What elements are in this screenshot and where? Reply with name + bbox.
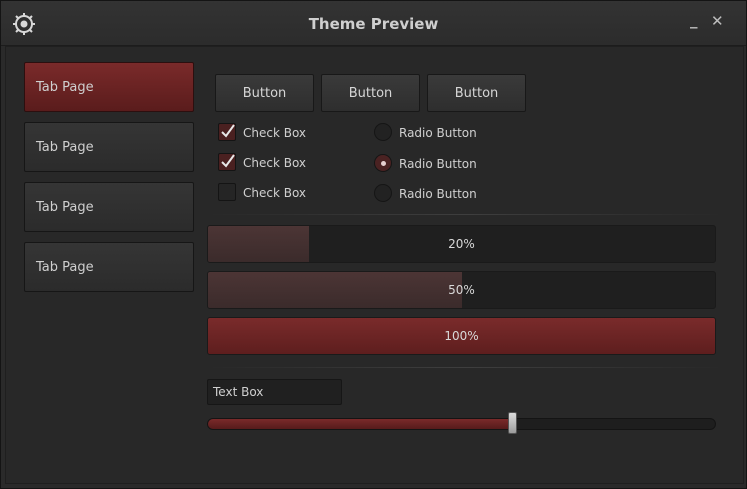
slider-thumb[interactable] bbox=[507, 412, 517, 434]
button-2[interactable]: Button bbox=[321, 74, 420, 112]
checkbox-label: Check Box bbox=[243, 186, 307, 200]
radio-label: Radio Button bbox=[399, 126, 477, 140]
tab-page-3[interactable]: Tab Page bbox=[24, 182, 194, 232]
close-button[interactable]: ✕ bbox=[711, 12, 724, 30]
separator bbox=[206, 367, 726, 368]
text-box-input[interactable]: Text Box bbox=[207, 379, 342, 405]
slider-fill bbox=[208, 419, 513, 429]
progress-bar-2: 50% bbox=[207, 271, 716, 309]
theme-preview-window: Theme Preview _ ✕ Tab Page Tab Page Tab … bbox=[0, 0, 747, 489]
progress-label: 100% bbox=[444, 329, 479, 343]
tab-page-2[interactable]: Tab Page bbox=[24, 122, 194, 172]
window-title: Theme Preview bbox=[308, 15, 439, 33]
tab-label: Tab Page bbox=[36, 140, 94, 155]
separator bbox=[206, 214, 726, 215]
radio-label: Radio Button bbox=[399, 187, 477, 201]
button-1[interactable]: Button bbox=[215, 74, 314, 112]
checkbox-3[interactable] bbox=[218, 183, 236, 201]
radio-dot-icon bbox=[381, 161, 386, 166]
minimize-button[interactable]: _ bbox=[690, 11, 698, 29]
checkmark-icon bbox=[221, 124, 235, 138]
checkbox-1[interactable] bbox=[218, 123, 236, 141]
tab-label: Tab Page bbox=[36, 80, 94, 95]
title-bar: Theme Preview _ ✕ bbox=[1, 1, 746, 46]
slider-track[interactable] bbox=[207, 418, 716, 430]
tab-page-4[interactable]: Tab Page bbox=[24, 242, 194, 292]
progress-bar-3: 100% bbox=[207, 317, 716, 355]
checkbox-box bbox=[218, 183, 236, 201]
tab-label: Tab Page bbox=[36, 200, 94, 215]
progress-label: 20% bbox=[448, 237, 475, 251]
tab-label: Tab Page bbox=[36, 260, 94, 275]
content-area: Tab Page Tab Page Tab Page Tab Page Butt… bbox=[5, 46, 744, 484]
checkbox-label: Check Box bbox=[243, 126, 307, 140]
progress-bar-1: 20% bbox=[207, 225, 716, 263]
button-3[interactable]: Button bbox=[427, 74, 526, 112]
checkbox-2[interactable] bbox=[218, 153, 236, 171]
progress-label: 50% bbox=[448, 283, 475, 297]
radio-button-3[interactable] bbox=[374, 184, 392, 202]
radio-button-1[interactable] bbox=[374, 123, 392, 141]
radio-button-2[interactable] bbox=[374, 154, 392, 172]
checkbox-box bbox=[218, 123, 236, 141]
checkmark-icon bbox=[221, 154, 235, 168]
tab-page-1[interactable]: Tab Page bbox=[24, 62, 194, 112]
checkbox-label: Check Box bbox=[243, 156, 307, 170]
checkbox-box bbox=[218, 153, 236, 171]
radio-label: Radio Button bbox=[399, 157, 477, 171]
